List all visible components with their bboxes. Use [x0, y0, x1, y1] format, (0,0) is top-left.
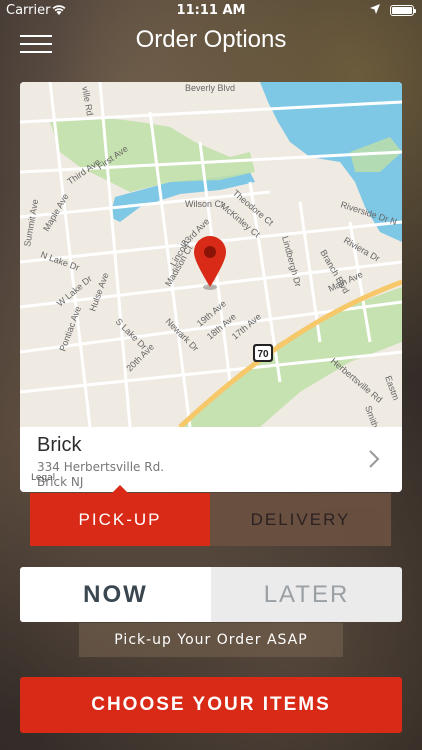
route-70-badge: 70 — [257, 349, 269, 360]
status-bar: Carrier 11:11 AM — [0, 0, 422, 22]
timing-hint: Pick-up Your Order ASAP — [79, 623, 343, 657]
store-address-line1: 334 Herbertsville Rd. — [37, 460, 165, 474]
now-tab[interactable]: NOW — [20, 567, 211, 622]
store-card: 70 Beverly Blvd First Ave Third Ave Wils… — [20, 82, 402, 492]
delivery-tab[interactable]: DELIVERY — [210, 493, 391, 546]
map-graphic: 70 Beverly Blvd First Ave Third Ave Wils… — [20, 82, 402, 427]
legal-link[interactable]: Legal — [31, 473, 55, 483]
store-info-row[interactable]: Brick 334 Herbertsville Rd. Brick NJ Leg… — [20, 427, 402, 492]
store-address-line2: Brick NJ — [37, 475, 84, 489]
chevron-right-icon — [369, 450, 380, 468]
street-label: Wilson Ct — [185, 199, 224, 209]
street-label: Beverly Blvd — [185, 83, 235, 93]
pickup-tab[interactable]: PICK-UP — [30, 485, 210, 546]
location-arrow-icon — [370, 4, 380, 14]
page-title: Order Options — [135, 26, 287, 53]
choose-items-button[interactable]: CHOOSE YOUR ITEMS — [20, 677, 402, 733]
later-tab[interactable]: LATER — [211, 567, 402, 622]
store-address: 334 Herbertsville Rd. Brick NJ — [37, 460, 164, 490]
store-map[interactable]: 70 Beverly Blvd First Ave Third Ave Wils… — [20, 82, 402, 427]
store-name: Brick — [37, 434, 82, 456]
clock: 11:11 AM — [176, 3, 246, 18]
battery-icon — [390, 5, 416, 16]
